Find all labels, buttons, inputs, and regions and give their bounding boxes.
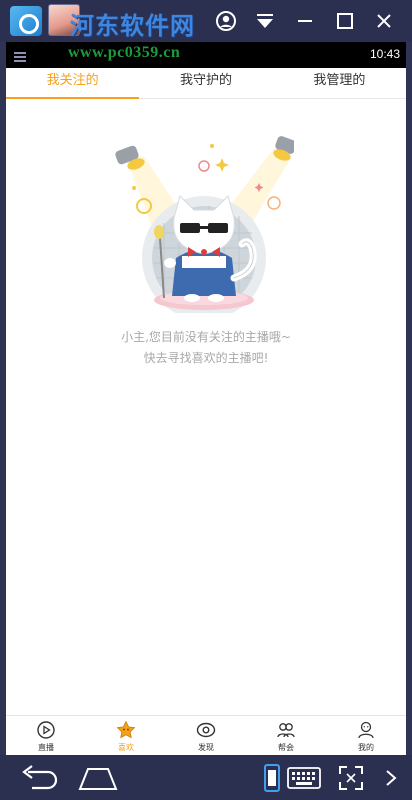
- chevron-right-icon[interactable]: [384, 769, 398, 787]
- nav-label: 发现: [198, 743, 214, 752]
- nav-label: 帮会: [278, 743, 294, 752]
- nav-label: 喜欢: [118, 743, 134, 752]
- tab-bar: 我关注的 我守护的 我管理的: [6, 68, 406, 99]
- nav-item-favorites[interactable]: 喜欢: [86, 716, 166, 755]
- nav-item-me[interactable]: 我的: [326, 716, 406, 755]
- close-icon[interactable]: [372, 9, 396, 33]
- maximize-icon[interactable]: [333, 9, 357, 33]
- nav-label: 直播: [38, 743, 54, 752]
- nav-item-discover[interactable]: 发现: [166, 716, 246, 755]
- account-icon[interactable]: [214, 9, 238, 33]
- menu-icon[interactable]: [14, 52, 26, 62]
- group-icon: [276, 720, 296, 740]
- emulator-titlebar: 河东软件网: [0, 0, 412, 42]
- app-screen: 我关注的 我守护的 我管理的 小主,您目前没有关注的主播哦~ 快去寻找喜欢的主播…: [6, 68, 406, 755]
- empty-state-hint: 快去寻找喜欢的主播吧!: [143, 351, 269, 365]
- bottom-navigation: 直播 喜欢 发现 帮会 我的: [6, 715, 406, 755]
- keyboard-icon[interactable]: [287, 767, 321, 789]
- nav-item-live[interactable]: 直播: [6, 716, 86, 755]
- star-icon: [116, 720, 136, 740]
- device-rotate-icon[interactable]: [264, 764, 280, 792]
- nav-item-guild[interactable]: 帮会: [246, 716, 326, 755]
- emulator-logo-icon[interactable]: [10, 6, 42, 36]
- nav-label: 我的: [358, 743, 374, 752]
- tab-managing[interactable]: 我管理的: [273, 68, 406, 98]
- play-circle-icon: [36, 720, 56, 740]
- watermark-url: www.pc0359.cn: [68, 44, 181, 61]
- back-icon[interactable]: [18, 764, 60, 792]
- dropdown-menu-icon[interactable]: [253, 9, 277, 33]
- minimize-icon[interactable]: [293, 9, 317, 33]
- status-time: 10:43: [369, 47, 400, 61]
- empty-state-message: 小主,您目前没有关注的主播哦~: [121, 330, 291, 344]
- emulator-bottom-bar: [0, 755, 412, 800]
- fullscreen-icon[interactable]: [338, 765, 364, 791]
- status-bar: 10:43: [6, 42, 406, 68]
- eye-icon: [196, 720, 216, 740]
- home-icon[interactable]: [76, 765, 120, 791]
- tab-guarding[interactable]: 我守护的: [139, 68, 272, 98]
- profile-icon: [356, 720, 376, 740]
- tab-following[interactable]: 我关注的: [6, 68, 140, 99]
- watermark-title: 河东软件网: [70, 12, 195, 40]
- cat-with-sunglasses-singing-icon: [115, 136, 294, 313]
